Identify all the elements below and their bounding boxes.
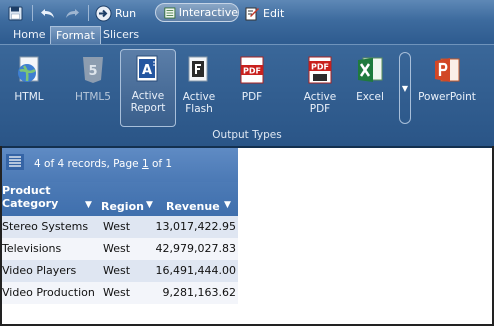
active-pdf-icon: PDF — [305, 55, 335, 85]
excel-button[interactable]: Excel — [341, 51, 399, 125]
excel-icon — [355, 55, 385, 85]
more-formats-dropdown[interactable]: ▼ — [399, 52, 411, 124]
record-status-suffix: of 1 — [148, 158, 173, 170]
page-number-link[interactable]: 1 — [142, 158, 149, 170]
tab-format[interactable]: Format — [50, 26, 101, 44]
sort-triangle-icon[interactable]: ▼ — [85, 200, 92, 210]
run-label: Run — [115, 6, 137, 20]
column-header-region[interactable]: Region — [101, 200, 144, 213]
interactive-label: Interactive — [178, 6, 238, 19]
svg-text:PDF: PDF — [311, 63, 329, 72]
table-row[interactable]: Stereo Systems West 13,017,422.95 — [2, 216, 238, 238]
cell-revenue: 9,281,163.62 — [162, 286, 236, 299]
active-flash-button[interactable]: Active Flash — [170, 51, 228, 125]
report-menu-icon[interactable] — [6, 154, 24, 170]
powerpoint-button[interactable]: PowerPoint — [416, 51, 478, 125]
chevron-down-icon: ▼ — [401, 83, 409, 93]
active-report: 4 of 4 records, Page 1 of 1 Product Cate… — [2, 148, 238, 304]
tab-slicers-label: Slicers — [103, 28, 140, 41]
table-row[interactable]: Televisions West 42,979,027.83 — [2, 238, 238, 260]
edit-label: Edit — [263, 6, 285, 20]
edit-icon — [245, 7, 259, 20]
cell-revenue: 42,979,027.83 — [155, 242, 236, 255]
report-header: 4 of 4 records, Page 1 of 1 — [2, 148, 238, 182]
active-report-label: Active Report — [130, 90, 166, 114]
app-window: Run Interactive Edit Home Format Slicers… — [0, 0, 494, 326]
run-button[interactable]: Run — [95, 3, 139, 23]
powerpoint-icon — [432, 55, 462, 85]
tab-slicers[interactable]: Slicers — [98, 26, 144, 44]
record-status-prefix: 4 of 4 records, Page — [34, 158, 142, 170]
save-icon — [8, 6, 23, 20]
redo-icon — [66, 9, 79, 18]
tab-home[interactable]: Home — [8, 26, 50, 44]
toolbar-separator — [88, 5, 89, 21]
html5-button[interactable]: 5 HTML5 — [64, 51, 122, 125]
sort-triangle-icon[interactable]: ▼ — [146, 200, 153, 210]
svg-text:PDF: PDF — [243, 67, 261, 76]
pdf-icon: PDF — [237, 55, 267, 85]
sort-triangle-icon[interactable]: ▼ — [224, 200, 231, 210]
active-report-button[interactable]: A Active Report — [120, 49, 176, 127]
column-header-product-category[interactable]: Product Category — [2, 184, 88, 210]
tab-format-label: Format — [56, 29, 95, 42]
column-header-revenue[interactable]: Revenue — [166, 200, 220, 213]
cell-product-category: Stereo Systems — [2, 220, 89, 233]
table-row[interactable]: Video Production West 9,281,163.62 — [2, 282, 238, 304]
record-status: 4 of 4 records, Page 1 of 1 — [34, 158, 172, 170]
quick-access-toolbar: Run Interactive Edit — [0, 0, 494, 26]
html5-button-label: HTML5 — [75, 91, 111, 103]
edit-button[interactable]: Edit — [245, 3, 287, 23]
active-flash-icon — [184, 55, 214, 85]
output-types-label: Output Types — [212, 129, 282, 141]
html-globe-icon — [14, 55, 44, 85]
toolbar-separator — [32, 5, 33, 21]
tab-home-label: Home — [13, 28, 46, 41]
active-pdf-label: Active PDF — [303, 91, 337, 115]
cell-region: West — [103, 220, 131, 233]
html-button-label: HTML — [14, 91, 44, 103]
save-button[interactable] — [8, 3, 26, 23]
output-types-group: HTML 5 HTML5 A Active Report Active Flas… — [0, 44, 494, 146]
column-header-row: Product Category ▼ Region ▼ Revenue ▼ — [2, 182, 238, 216]
pdf-button[interactable]: PDF PDF — [223, 51, 281, 125]
active-flash-label: Active Flash — [182, 91, 216, 115]
redo-button[interactable] — [64, 3, 82, 23]
powerpoint-label: PowerPoint — [418, 91, 476, 103]
ribbon: Run Interactive Edit Home Format Slicers… — [0, 0, 494, 146]
cell-region: West — [103, 264, 131, 277]
run-icon — [95, 5, 112, 21]
cell-region: West — [103, 242, 131, 255]
html-button[interactable]: HTML — [0, 51, 58, 125]
cell-revenue: 13,017,422.95 — [155, 220, 236, 233]
cell-product-category: Televisions — [2, 242, 62, 255]
html5-icon: 5 — [78, 55, 108, 85]
excel-label: Excel — [356, 91, 384, 103]
cell-revenue: 16,491,444.00 — [155, 264, 236, 277]
pdf-label: PDF — [241, 91, 263, 103]
svg-text:A: A — [142, 63, 152, 78]
undo-button[interactable] — [40, 3, 58, 23]
active-report-icon: A — [133, 54, 163, 84]
interactive-icon — [164, 7, 176, 18]
svg-text:5: 5 — [88, 64, 97, 79]
ribbon-tabs: Home Format Slicers — [0, 26, 494, 44]
cell-product-category: Video Players — [2, 264, 77, 277]
interactive-toggle[interactable]: Interactive — [155, 3, 239, 22]
undo-icon — [41, 9, 54, 18]
cell-region: West — [103, 286, 131, 299]
cell-product-category: Video Production — [2, 286, 95, 299]
table-row[interactable]: Video Players West 16,491,444.00 — [2, 260, 238, 282]
